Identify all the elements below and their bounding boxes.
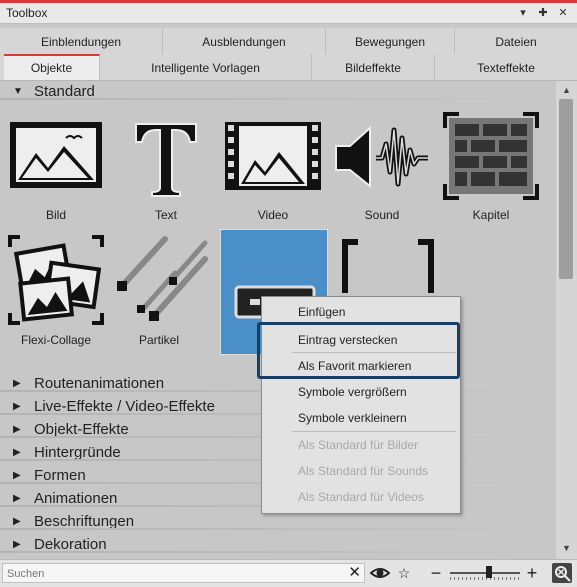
star-icon[interactable]: ☆: [394, 563, 414, 583]
chapter-icon: [441, 108, 541, 203]
menu-item-label: Als Standard für Sounds: [298, 464, 429, 478]
collapsed-triangle-icon: ▶: [13, 401, 21, 412]
tab-dateien[interactable]: Dateien: [455, 28, 577, 54]
menu-item-label: Als Standard für Videos: [298, 490, 424, 504]
bottom-toolbar: ✕ ☆ − +: [0, 559, 577, 587]
collapsed-triangle-icon: ▶: [13, 424, 21, 435]
window-title: Toolbox: [6, 6, 48, 20]
item-partikel[interactable]: Partikel: [109, 233, 209, 351]
menu-item-label: Als Favorit markieren: [298, 359, 412, 373]
image-icon: [6, 108, 106, 203]
tab-bildeffekte[interactable]: Bildeffekte: [312, 54, 435, 80]
menu-item-standard-videos: Als Standard für Videos: [262, 486, 460, 508]
text-icon: [116, 108, 216, 203]
scroll-down-icon[interactable]: ▼: [562, 543, 571, 553]
menu-item-label: Symbole verkleinern: [298, 411, 407, 425]
search-settings-icon[interactable]: [552, 563, 572, 583]
item-text[interactable]: Text: [116, 108, 216, 226]
section-standard-header[interactable]: ▼ Standard: [0, 82, 556, 102]
tab-objekte[interactable]: Objekte: [4, 54, 100, 80]
scroll-up-icon[interactable]: ▲: [562, 85, 571, 95]
slider-ticks: [450, 577, 520, 580]
collapsed-triangle-icon: ▶: [13, 378, 21, 389]
menu-separator: [292, 324, 456, 325]
section-divider: [0, 528, 556, 530]
context-menu: Einfügen Eintrag verstecken Als Favorit …: [261, 296, 461, 514]
menu-separator: [292, 378, 456, 379]
menu-item-symbole-vergroessern[interactable]: Symbole vergrößern: [262, 381, 460, 403]
item-bild[interactable]: Bild: [6, 108, 106, 226]
item-flexi-collage[interactable]: Flexi-Collage: [6, 233, 106, 351]
toolbox-window: Toolbox ▾ ✚ ✕ Einblendungen Ausblendunge…: [0, 0, 577, 587]
pin-icon[interactable]: ✚: [536, 6, 550, 20]
menu-item-label: Eintrag verstecken: [298, 333, 398, 347]
menu-separator: [292, 431, 456, 432]
menu-item-standard-bilder: Als Standard für Bilder: [262, 434, 460, 456]
menu-item-symbole-verkleinern[interactable]: Symbole verkleinern: [262, 407, 460, 429]
menu-item-eintrag-verstecken[interactable]: Eintrag verstecken: [262, 329, 460, 351]
close-icon[interactable]: ✕: [556, 6, 570, 20]
particle-icon: [109, 233, 209, 328]
item-sound[interactable]: Sound: [332, 108, 432, 226]
item-label: Video: [257, 208, 289, 222]
tab-row-1: Einblendungen Ausblendungen Bewegungen D…: [0, 28, 577, 54]
menu-item-einfuegen[interactable]: Einfügen: [262, 301, 460, 323]
zoom-slider[interactable]: [450, 566, 520, 580]
section-beschriftungen[interactable]: ▶ Beschriftungen: [0, 512, 556, 532]
item-video[interactable]: Video: [223, 108, 323, 226]
clear-search-icon[interactable]: ✕: [348, 564, 361, 582]
sound-icon: [332, 108, 432, 203]
tab-row-2: Objekte Intelligente Vorlagen Bildeffekt…: [0, 54, 577, 81]
item-label: Sound: [364, 208, 400, 222]
collapsed-triangle-icon: ▶: [13, 470, 21, 481]
search-box: ✕: [2, 563, 365, 583]
collapsed-triangle-icon: ▶: [13, 539, 21, 550]
title-bar: Toolbox ▾ ✚ ✕: [0, 3, 577, 24]
menu-item-label: Einfügen: [298, 305, 346, 319]
tab-bewegungen[interactable]: Bewegungen: [326, 28, 455, 54]
item-label: Flexi-Collage: [20, 333, 92, 347]
video-icon: [223, 108, 323, 203]
menu-item-als-favorit[interactable]: Als Favorit markieren: [262, 355, 460, 377]
item-label: Kapitel: [472, 208, 510, 222]
scrollbar-thumb[interactable]: [559, 99, 573, 279]
dropdown-icon[interactable]: ▾: [516, 6, 530, 20]
item-label: Text: [154, 208, 177, 222]
tab-ausblendungen[interactable]: Ausblendungen: [163, 28, 326, 54]
zoom-out-icon[interactable]: −: [426, 563, 446, 583]
menu-separator: [292, 352, 456, 353]
tab-texteffekte[interactable]: Texteffekte: [435, 54, 577, 80]
menu-item-label: Als Standard für Bilder: [298, 438, 419, 452]
item-label: Partikel: [138, 333, 179, 347]
expanded-triangle-icon: ▼: [13, 86, 23, 97]
eye-icon[interactable]: [370, 563, 390, 583]
menu-item-standard-sounds: Als Standard für Sounds: [262, 460, 460, 482]
tab-einblendungen[interactable]: Einblendungen: [0, 28, 163, 54]
collapsed-triangle-icon: ▶: [13, 447, 21, 458]
menu-item-label: Symbole vergrößern: [298, 385, 407, 399]
tab-intelligente-vorlagen[interactable]: Intelligente Vorlagen: [100, 54, 312, 80]
section-dekoration[interactable]: ▶ Dekoration: [0, 535, 556, 555]
vertical-scrollbar[interactable]: ▲ ▼: [556, 81, 577, 559]
item-label: Bild: [45, 208, 66, 222]
search-input[interactable]: [5, 565, 349, 583]
item-kapitel[interactable]: Kapitel: [441, 108, 541, 226]
section-divider: [0, 98, 556, 100]
section-divider: [0, 551, 556, 553]
slider-knob[interactable]: [486, 566, 492, 578]
collapsed-triangle-icon: ▶: [13, 493, 21, 504]
zoom-in-icon[interactable]: +: [522, 563, 542, 583]
collapsed-triangle-icon: ▶: [13, 516, 21, 527]
collage-icon: [6, 233, 106, 328]
